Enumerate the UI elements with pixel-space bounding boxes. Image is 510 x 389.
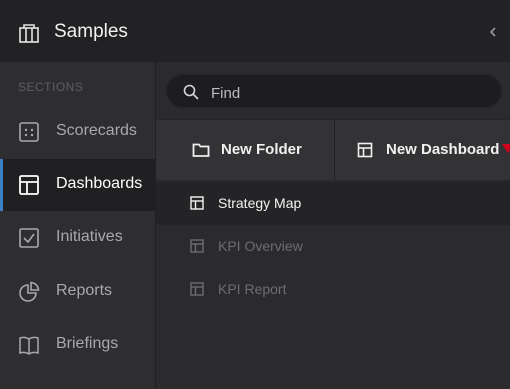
list-item[interactable]: KPI Report (156, 268, 510, 311)
dashboard-icon (190, 239, 204, 253)
checkbox-icon (19, 228, 39, 248)
list-item-label: KPI Overview (218, 238, 303, 254)
dashboard-icon (357, 142, 373, 158)
search-icon (183, 84, 199, 100)
dashboard-icon (19, 175, 39, 195)
sidebar-item-briefings[interactable]: Briefings (0, 319, 156, 371)
dropdown-marker-icon (502, 144, 510, 153)
list-item-label: KPI Report (218, 281, 287, 297)
sidebar-item-label: Briefings (56, 335, 119, 352)
new-dashboard-label: New Dashboard (386, 141, 500, 158)
collapse-chevron-icon[interactable] (487, 25, 499, 39)
toolbar: New Folder New Dashboard (156, 119, 510, 181)
pie-chart-icon (19, 281, 40, 302)
list-item-label: Strategy Map (218, 195, 302, 211)
app-title: Samples (54, 21, 128, 42)
new-folder-label: New Folder (221, 141, 302, 158)
sidebar-item-initiatives[interactable]: Initiatives (0, 212, 156, 264)
sidebar-item-reports[interactable]: Reports (0, 266, 156, 318)
sidebar-item-scorecards[interactable]: Scorecards (0, 106, 156, 158)
sections-heading: SECTIONS (18, 80, 84, 94)
main-panel: New Folder New Dashboard Strategy Map (156, 62, 510, 389)
sidebar: SECTIONS Scorecards Dashboards Initiativ… (0, 62, 156, 389)
sidebar-item-label: Dashboards (56, 175, 143, 192)
sidebar-item-label: Initiatives (56, 228, 123, 245)
library-icon (19, 24, 39, 43)
sidebar-item-dashboards[interactable]: Dashboards (0, 159, 156, 211)
dashboard-icon (190, 196, 204, 210)
new-folder-button[interactable]: New Folder (156, 120, 334, 180)
list-item[interactable]: Strategy Map (156, 182, 510, 225)
search-box[interactable] (166, 74, 502, 108)
sidebar-item-label: Reports (56, 282, 113, 299)
scorecard-icon (19, 122, 39, 142)
new-dashboard-button[interactable]: New Dashboard (335, 120, 510, 180)
sidebar-item-label: Scorecards (56, 122, 137, 139)
folder-icon (192, 143, 210, 157)
title-bar: Samples (0, 0, 510, 62)
list-item[interactable]: KPI Overview (156, 225, 510, 268)
search-input[interactable] (209, 82, 493, 104)
dashboard-icon (190, 282, 204, 296)
book-icon (19, 336, 39, 355)
